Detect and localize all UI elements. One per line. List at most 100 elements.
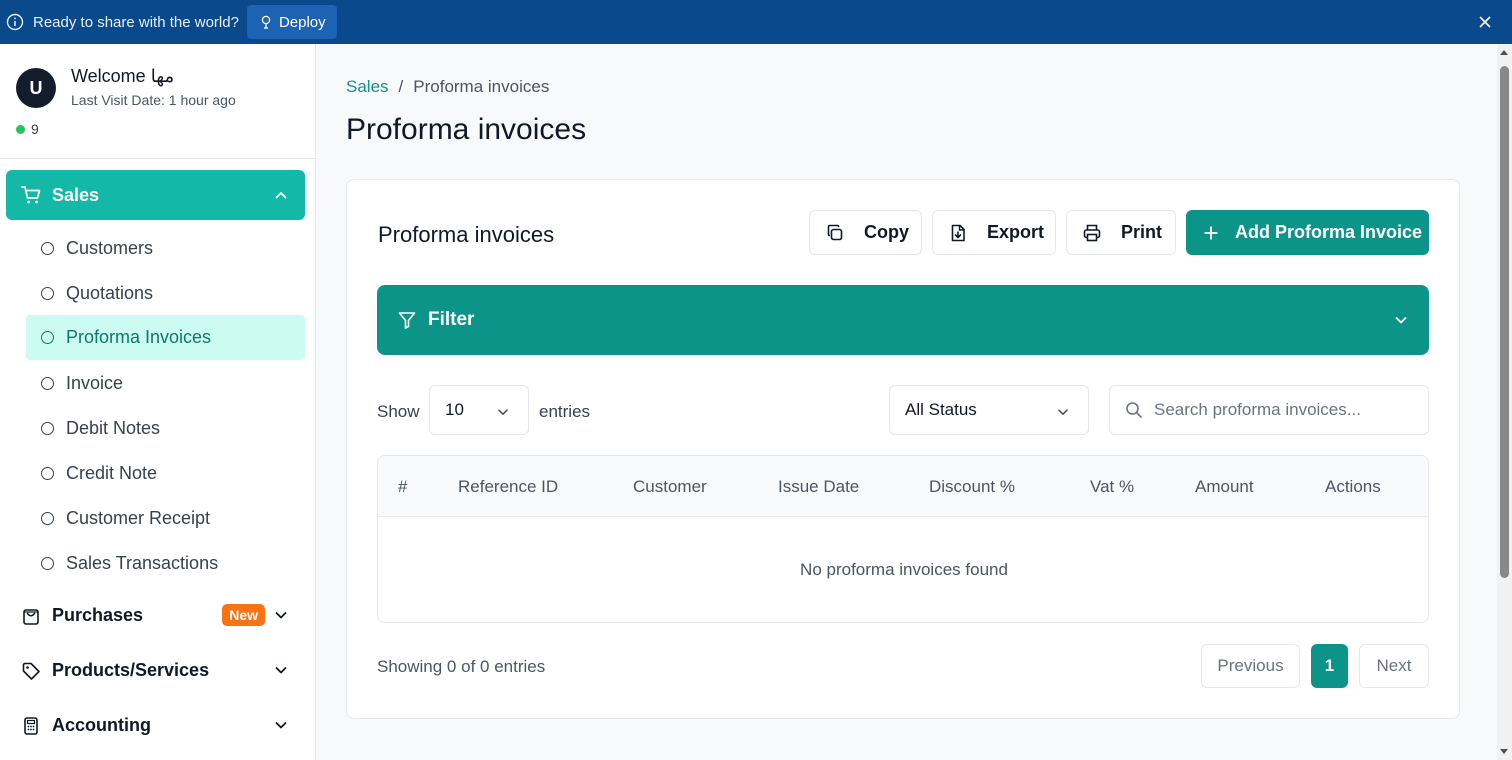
search-icon: [1126, 402, 1142, 418]
deploy-button[interactable]: Deploy: [246, 5, 337, 39]
empty-table-message: No proforma invoices found: [800, 560, 1008, 579]
pagination-summary: Showing 0 of 0 entries: [377, 657, 546, 676]
user-profile: U Welcome مها Last Visit Date: 1 hour ag…: [0, 44, 315, 159]
add-proforma-invoice-button[interactable]: Add Proforma Invoice: [1186, 210, 1429, 255]
avatar[interactable]: U: [16, 68, 56, 108]
breadcrumb-sales-link[interactable]: Sales: [346, 77, 389, 97]
sidebar-item-label: Customers: [66, 238, 154, 258]
sidebar-item-purchases[interactable]: Purchases New: [6, 593, 305, 638]
deploy-banner: Ready to share with the world? Deploy: [0, 0, 1512, 44]
search-box: [1109, 385, 1429, 435]
sidebar-item-proforma-invoices[interactable]: Proforma Invoices: [26, 315, 305, 360]
sidebar: U Welcome مها Last Visit Date: 1 hour ag…: [0, 44, 316, 760]
tag-icon: [22, 662, 40, 680]
export-button-label: Export: [987, 222, 1045, 242]
deploy-button-label: Deploy: [278, 13, 326, 31]
previous-page-button[interactable]: Previous: [1201, 644, 1300, 688]
copy-icon: [827, 224, 843, 240]
sidebar-item-debit-notes[interactable]: Debit Notes: [26, 406, 305, 451]
info-icon: [6, 13, 24, 31]
shopping-bag-icon: [23, 608, 39, 625]
entries-value: 10: [445, 400, 464, 419]
sidebar-item-label: Accounting: [52, 715, 151, 735]
close-icon[interactable]: [1476, 13, 1494, 31]
filter-toggle[interactable]: Filter: [377, 285, 1429, 355]
circle-icon: [41, 467, 54, 480]
column-header-discount[interactable]: Discount %: [929, 477, 1015, 497]
calculator-icon: [24, 716, 38, 735]
circle-icon: [41, 557, 54, 570]
sidebar-item-credit-note[interactable]: Credit Note: [26, 451, 305, 496]
column-header-reference-id[interactable]: Reference ID: [458, 477, 558, 497]
sidebar-item-label: Products/Services: [52, 660, 210, 680]
sidebar-item-quotations[interactable]: Quotations: [26, 271, 305, 316]
page-title: Proforma invoices: [346, 113, 587, 146]
print-button-label: Print: [1121, 222, 1163, 242]
proforma-invoices-table: # Reference ID Customer Issue Date Disco…: [377, 455, 1429, 623]
next-page-button[interactable]: Next: [1359, 644, 1429, 688]
scroll-down-arrow-icon[interactable]: [1500, 749, 1508, 754]
sidebar-item-label: Debit Notes: [66, 418, 161, 438]
sidebar-item-label: Quotations: [66, 283, 154, 303]
sidebar-item-products-services[interactable]: Products/Services: [6, 648, 305, 693]
filter-icon: [398, 312, 416, 329]
sidebar-item-label: Purchases: [52, 605, 144, 625]
show-label: Show: [377, 402, 420, 421]
column-header-actions: Actions: [1325, 477, 1381, 496]
column-header-vat[interactable]: Vat %: [1090, 477, 1134, 497]
filter-label: Filter: [428, 309, 475, 330]
sidebar-item-customers[interactable]: Customers: [26, 226, 305, 271]
chevron-down-icon: [275, 667, 287, 674]
column-header-amount[interactable]: Amount: [1195, 477, 1254, 497]
chevron-down-icon: [1058, 409, 1068, 415]
breadcrumb-current: Proforma invoices: [413, 77, 550, 96]
circle-icon: [41, 331, 54, 344]
column-header-issue-date[interactable]: Issue Date: [778, 477, 859, 497]
circle-icon: [41, 422, 54, 435]
print-button[interactable]: Print: [1066, 210, 1176, 255]
sidebar-item-accounting[interactable]: Accounting: [6, 703, 305, 748]
status-filter-select[interactable]: All Status: [889, 385, 1089, 435]
sidebar-item-customer-receipt[interactable]: Customer Receipt: [26, 496, 305, 541]
column-header-number[interactable]: #: [398, 477, 407, 497]
page-scrollbar[interactable]: [1497, 44, 1512, 760]
breadcrumb-separator: /: [398, 77, 404, 96]
circle-icon: [41, 287, 54, 300]
new-badge: New: [222, 604, 265, 626]
circle-icon: [41, 512, 54, 525]
welcome-text: Welcome مها: [71, 66, 175, 86]
banner-message: Ready to share with the world?: [33, 13, 239, 31]
online-count: 9: [31, 121, 39, 137]
export-button[interactable]: Export: [932, 210, 1056, 255]
chevron-down-icon: [1395, 317, 1407, 324]
sidebar-item-label: Invoice: [66, 373, 124, 393]
chevron-down-icon: [275, 612, 287, 619]
online-indicator: 9: [16, 121, 39, 137]
status-value: All Status: [905, 400, 977, 419]
chevron-down-icon: [498, 409, 508, 415]
last-visit-date: Last Visit Date: 1 hour ago: [71, 92, 236, 108]
entries-per-page-select[interactable]: 10: [429, 385, 529, 435]
copy-button[interactable]: Copy: [809, 210, 922, 255]
search-input[interactable]: [1154, 400, 1414, 420]
scrollbar-thumb[interactable]: [1500, 66, 1509, 578]
sidebar-item-sales[interactable]: Sales: [6, 170, 305, 220]
chevron-down-icon: [275, 722, 287, 729]
column-header-customer[interactable]: Customer: [633, 477, 707, 497]
scroll-up-arrow-icon[interactable]: [1500, 50, 1508, 55]
add-button-label: Add Proforma Invoice: [1235, 222, 1423, 242]
sidebar-item-label: Credit Note: [66, 463, 158, 483]
copy-button-label: Copy: [864, 222, 909, 242]
sidebar-item-sales-transactions[interactable]: Sales Transactions: [26, 541, 305, 586]
entries-label: entries: [539, 402, 591, 421]
printer-icon: [1083, 224, 1101, 241]
chevron-up-icon: [275, 192, 287, 199]
sidebar-item-label: Proforma Invoices: [66, 327, 212, 347]
plus-icon: [1204, 226, 1218, 239]
sidebar-item-label: Customer Receipt: [66, 508, 211, 528]
sidebar-item-label: Sales Transactions: [66, 553, 219, 573]
file-download-icon: [951, 224, 965, 241]
sidebar-item-label: Sales: [52, 184, 100, 205]
page-1-button[interactable]: 1: [1311, 644, 1348, 688]
sidebar-item-invoice[interactable]: Invoice: [26, 361, 305, 406]
